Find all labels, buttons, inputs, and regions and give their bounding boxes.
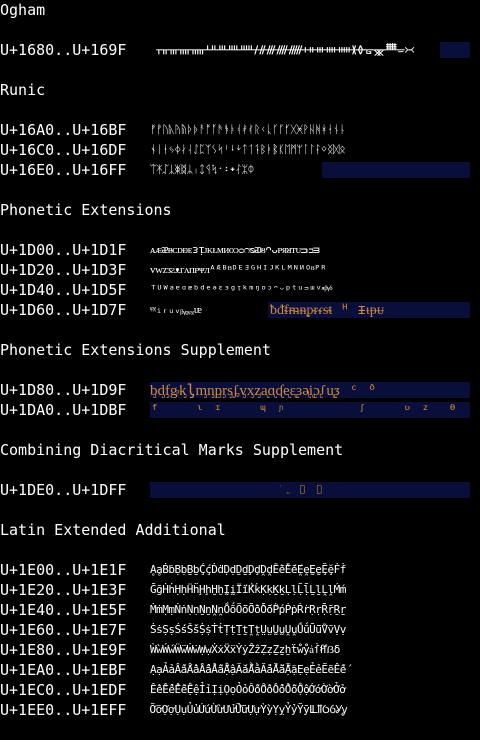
range-label: U+1DA0..U+1DBF bbox=[0, 401, 127, 419]
range-label: U+1EE0..U+1EFF bbox=[0, 701, 127, 719]
glyph-run: ỀềỂểỄễỆệỈỉỊịỌọỎỏỐốỒồỔổỖỗỘộỚớỜờỞở bbox=[150, 683, 346, 696]
table-row: U+1D20..U+1D3F ᴠᴡᴢᴣᴤᴥᴦᴧᴨᴩᴪᴫᴬᴭᴮᴯᴰᴱᴲᴳᴴᴵᴶᴷᴸ… bbox=[0, 260, 480, 280]
heading-phonetic-extensions: Phonetic Extensions bbox=[0, 201, 172, 219]
range-label: U+1DE0..U+1DFF bbox=[0, 481, 127, 499]
glyph-run: ᵀᵁᵂᵃᵄᵅᵆᵇᵈᵉᵊᵋᵌᵍᵎᵏᵐᵑᵒᵓᵔᵕᵖᵗᵘᵙᵚᵛᵜᵝᵞᵟ bbox=[150, 283, 332, 296]
table-row: U+1E00..U+1E1F ḀḁḂḃḄḅḆḇḈḉḊḋḌḍḎḏḐḑḒḓḔḕḖḗḘ… bbox=[0, 560, 480, 580]
table-row: U+1E40..U+1E5F ṀṁṂṃṄṅṆṇṈṉṊṋṌṍṎṏṐṑṒṓṔṕṖṗṘ… bbox=[0, 600, 480, 620]
heading-latin-extended-additional: Latin Extended Additional bbox=[0, 521, 226, 539]
heading-combining-diacritical-marks-supplement: Combining Diacritical Marks Supplement bbox=[0, 441, 344, 459]
range-label: U+1D40..U+1D5F bbox=[0, 281, 127, 299]
glyph-run: ᚠᚡᚢᚣᚤᚥᚦᚧᚨᚩᚪᚫᚬᚭᚮᚯᚰᚱᚲᚳᚴᚵᚶᚷᚸᚹᚺᚻᚼᚽᚾᚿ bbox=[150, 123, 346, 136]
table-row: U+1DA0..U+1DBF ᶠ ᶥ ᶦ ᶭ ᶮ ᶴ ᶹ ᶻ ᶿ bbox=[0, 400, 480, 420]
table-row: U+16C0..U+16DF ᛀᛁᛂᛃᛄᛅᛆᛇᛈᛉᛊᛋᛌᛍᛎᛏᛐᛑᛒᛓᛔᛕᛖᛗᛘ… bbox=[0, 140, 480, 160]
glyph-run: ᛠᛡᛢᛣᛤᛥᛦᛧᛨᛩᛪ᛫᛬᛭ᛮᛯᛰ bbox=[150, 163, 254, 176]
table-row: U+1DE0..U+1DFF ᷾ ᷿ ᷼ ᷽ bbox=[0, 480, 480, 500]
fallback-glyph-run: ᵬᵭᵮᵯᵰᵱᵲᵳᵴᵵ ᵸ ᵻᵼᵽᵾ bbox=[270, 302, 385, 318]
table-row: U+1E80..U+1E9F ẀẁẂẃẄẅẆẇẈẉẊẋẌẍẎẏẐẑẒẓẔẕẖẗẘ… bbox=[0, 640, 480, 660]
heading-ogham: Ogham bbox=[0, 1, 46, 19]
range-label: U+1E80..U+1E9F bbox=[0, 641, 127, 659]
range-label: U+1E40..U+1E5F bbox=[0, 601, 127, 619]
range-label: U+1E00..U+1E1F bbox=[0, 561, 127, 579]
range-label: U+1680..U+169F bbox=[0, 41, 127, 59]
table-row: U+1EC0..U+1EDF ỀềỂểỄễỆệỈỉỊịỌọỎỏỐốỒồỔổỖỗỘ… bbox=[0, 680, 480, 700]
range-label: U+16C0..U+16DF bbox=[0, 141, 127, 159]
table-row: U+1D80..U+1D9F ᶀᶁᶂᶃᶄᶅᶆᶇᶈᶉᶊᶋᶌᶍᶎᶏᶐᶑᶒᶓᶔᶕᶖᶗᶘ… bbox=[0, 380, 480, 400]
glyph-run: ỠỡỢợỤụỦủỨứỪừỬửỮữỰựỲỳỴỵỶỷỸỹỺỻỼỽỾỿ bbox=[150, 703, 347, 716]
table-row: U+1680..U+169F ᚁᚂᚃᚄᚅᚆᚇᚈᚉᚊᚋᚌᚍᚎᚏᚐᚑᚒᚓᚔᚕᚖᚗᚘᚙ… bbox=[0, 40, 480, 60]
glyph-run: ẠạẢảẤấẦầẨẩẪẫẬậẮắẰằẲẳẴẵẶặẸẹẺẻẼẽẾế bbox=[150, 663, 346, 676]
glyph-run: ḀḁḂḃḄḅḆḇḈḉḊḋḌḍḎḏḐḑḒḓḔḕḖḗḘḙḚḛḜḝḞḟ bbox=[150, 563, 346, 576]
glyph-run: ṀṁṂṃṄṅṆṇṈṉṊṋṌṍṎṏṐṑṒṓṔṕṖṗṘṙṚṛṜṝṞṟ bbox=[150, 603, 346, 616]
fallback-glyph-run: ᶠ ᶥ ᶦ ᶭ ᶮ ᶴ ᶹ ᶻ ᶿ bbox=[150, 401, 458, 419]
table-row: U+1EA0..U+1EBF ẠạẢảẤấẦầẨẩẪẫẬậẮắẰằẲẳẴẵẶặẸ… bbox=[0, 660, 480, 680]
table-row: U+1E20..U+1E3F ḠḡḢḣḤḥḦḧḨḩḪḫḬḭḮḯḰḱḲḳḴḵḶḷḸ… bbox=[0, 580, 480, 600]
table-row: U+1EE0..U+1EFF ỠỡỢợỤụỦủỨứỪừỬửỮữỰựỲỳỴỵỶỷỸ… bbox=[0, 700, 480, 720]
heading-phonetic-extensions-supplement: Phonetic Extensions Supplement bbox=[0, 341, 271, 359]
fallback-glyph-run: ᶀᶁᶂᶃᶄᶅᶆᶇᶈᶉᶊᶋᶌᶍᶎᶏᶐᶑᶒᶓᶔᶕᶖᶗᶘᶙᶚ ᶜ ᶞ bbox=[150, 381, 377, 399]
range-label: U+16E0..U+16FF bbox=[0, 161, 127, 179]
unicode-glyph-screen: Ogham U+1680..U+169F ᚁᚂᚃᚄᚅᚆᚇᚈᚉᚊᚋᚌᚍᚎᚏᚐᚑᚒᚓ… bbox=[0, 0, 480, 740]
glyph-run: ᴀᴁᴂᴃᴄᴅᴆᴇᴈᴉᴊᴋᴌᴍᴎᴏᴐᴑᴒᴓᴔᴕᴖᴗᴘᴙᴚᴛᴜᴝᴞᴟ bbox=[150, 243, 320, 256]
range-label: U+1D60..U+1D7F bbox=[0, 301, 127, 319]
table-row: U+1D00..U+1D1F ᴀᴁᴂᴃᴄᴅᴆᴇᴈᴉᴊᴋᴌᴍᴎᴏᴐᴑᴒᴓᴔᴕᴖᴗᴘ… bbox=[0, 240, 480, 260]
glyph-run: ᵠᵡᵢᵣᵤᵥᵦᵧᵨᵩᵪᵫ bbox=[150, 303, 202, 316]
range-label: U+1EC0..U+1EDF bbox=[0, 681, 127, 699]
glyph-run: ᚁᚂᚃᚄᚅᚆᚇᚈᚉᚊᚋᚌᚍᚎᚏᚐᚑᚒᚓᚔᚕᚖᚗᚘᚙᚚ᚛᚜ bbox=[150, 43, 415, 56]
glyph-run: ᛀᛁᛂᛃᛄᛅᛆᛇᛈᛉᛊᛋᛌᛍᛎᛏᛐᛑᛒᛓᛔᛕᛖᛗᛘᛙᛚᛛᛜᛝᛞᛟ bbox=[150, 143, 346, 156]
glyph-run: ḠḡḢḣḤḥḦḧḨḩḪḫḬḭḮḯḰḱḲḳḴḵḶḷḸḹḺḻḼḽḾḿ bbox=[150, 583, 346, 596]
range-label: U+1E20..U+1E3F bbox=[0, 581, 127, 599]
table-row: U+1D40..U+1D5F ᵀᵁᵂᵃᵄᵅᵆᵇᵈᵉᵊᵋᵌᵍᵎᵏᵐᵑᵒᵓᵔᵕᵖᵗᵘ… bbox=[0, 280, 480, 300]
glyph-run: ẀẁẂẃẄẅẆẇẈẉẊẋẌẍẎẏẐẑẒẓẔẕẖẗẘẙẚẛẜẝẞẟ bbox=[150, 643, 340, 656]
heading-runic: Runic bbox=[0, 81, 46, 99]
unassigned-block bbox=[322, 162, 470, 178]
range-label: U+1E60..U+1E7F bbox=[0, 621, 127, 639]
range-label: U+1D80..U+1D9F bbox=[0, 381, 127, 399]
glyph-run: ᴠᴡᴢᴣᴤᴥᴦᴧᴨᴩᴪᴫᴬᴭᴮᴯᴰᴱᴲᴳᴴᴵᴶᴷᴸᴹᴺᴻᴼᴽᴾᴿ bbox=[150, 263, 327, 276]
table-row: U+1E60..U+1E7F ṠṡṢṣṤṥṦṧṨṩṪṫṬṭṮṯṰṱṲṳṴṵṶṷṸ… bbox=[0, 620, 480, 640]
combining-mark-run: ᷾ ᷿ ᷼ ᷽ bbox=[280, 485, 328, 495]
range-label: U+1D20..U+1D3F bbox=[0, 261, 127, 279]
glyph-run: ṠṡṢṣṤṥṦṧṨṩṪṫṬṭṮṯṰṱṲṳṴṵṶṷṸṹṺṻṼṽṾṿ bbox=[150, 623, 346, 636]
range-label: U+16A0..U+16BF bbox=[0, 121, 127, 139]
unassigned-block bbox=[440, 42, 470, 58]
range-label: U+1D00..U+1D1F bbox=[0, 241, 127, 259]
table-row: U+1D60..U+1D7F ᵠᵡᵢᵣᵤᵥᵦᵧᵨᵩᵪᵫ ᵬᵭᵮᵯᵰᵱᵲᵳᵴᵵ ᵸ… bbox=[0, 300, 480, 320]
range-label: U+1EA0..U+1EBF bbox=[0, 661, 127, 679]
table-row: U+16A0..U+16BF ᚠᚡᚢᚣᚤᚥᚦᚧᚨᚩᚪᚫᚬᚭᚮᚯᚰᚱᚲᚳᚴᚵᚶᚷᚸ… bbox=[0, 120, 480, 140]
table-row: U+16E0..U+16FF ᛠᛡᛢᛣᛤᛥᛦᛧᛨᛩᛪ᛫᛬᛭ᛮᛯᛰ bbox=[0, 160, 480, 180]
